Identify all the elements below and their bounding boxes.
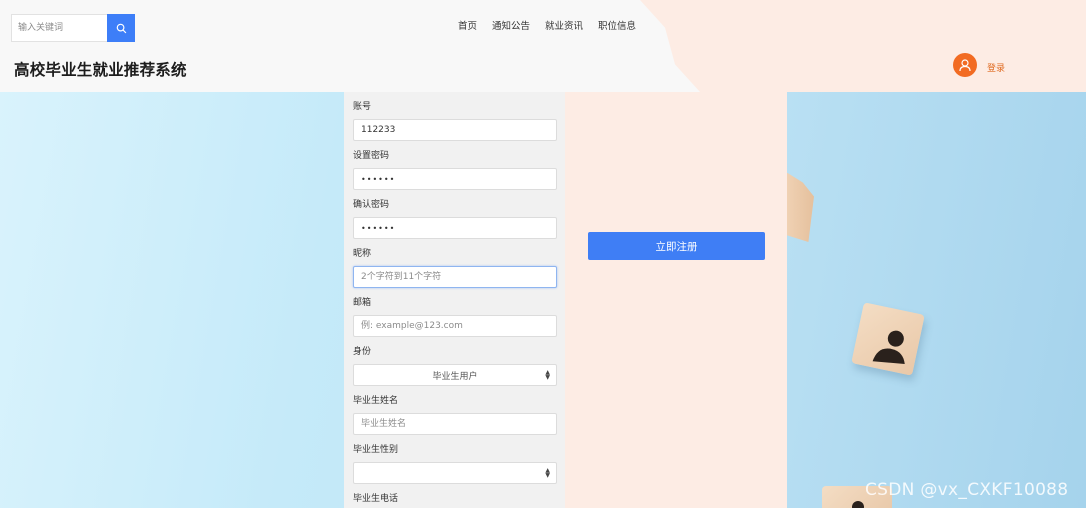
confirm-password-label: 确认密码	[353, 200, 390, 210]
login-link[interactable]: 登录	[987, 61, 1005, 74]
password-label: 设置密码	[353, 151, 390, 161]
register-action-panel	[565, 92, 787, 508]
nav-item-notices[interactable]: 通知公告	[492, 18, 530, 32]
site-title: 高校毕业生就业推荐系统	[14, 61, 187, 79]
account-input[interactable]	[353, 119, 557, 141]
graduate-phone-label: 毕业生电话	[353, 494, 399, 504]
header: 首页 通知公告 就业资讯 职位信息 高校毕业生就业推荐系统 登录	[0, 0, 1086, 92]
select-arrows-icon: ▲ ▼	[545, 369, 550, 381]
nickname-input[interactable]	[353, 266, 557, 288]
role-select-value: 毕业生用户	[432, 371, 478, 382]
register-form: 账号 设置密码 确认密码 昵称 邮箱 身份 毕业生用户 ▲▼ 毕业生姓名 毕业生…	[344, 92, 565, 508]
account-label: 账号	[353, 102, 372, 112]
main-nav: 首页 通知公告 就业资讯 职位信息	[458, 18, 636, 32]
password-input[interactable]	[353, 168, 557, 190]
email-label: 邮箱	[353, 298, 372, 308]
search-input[interactable]	[11, 14, 107, 42]
watermark: CSDN @vx_CXKF10088	[865, 480, 1069, 500]
nav-item-home[interactable]: 首页	[458, 18, 477, 32]
header-decoration	[640, 0, 1086, 92]
graduate-gender-label: 毕业生性别	[353, 445, 399, 455]
role-select[interactable]: 毕业生用户 ▲ ▼	[353, 364, 557, 386]
avatar[interactable]	[953, 53, 977, 77]
search-bar	[11, 14, 135, 42]
user-icon	[959, 59, 971, 72]
graduate-name-label: 毕业生姓名	[353, 396, 399, 406]
role-label: 身份	[353, 347, 372, 357]
register-button[interactable]: 立即注册	[588, 232, 765, 260]
graduate-name-input[interactable]	[353, 413, 557, 435]
graduate-gender-select[interactable]: ▲ ▼	[353, 462, 557, 484]
confirm-password-input[interactable]	[353, 217, 557, 239]
email-input[interactable]	[353, 315, 557, 337]
select-arrows-icon: ▲ ▼	[545, 467, 550, 479]
search-icon	[116, 23, 126, 33]
search-button[interactable]	[107, 14, 135, 42]
nav-item-news[interactable]: 就业资讯	[545, 18, 583, 32]
nav-item-jobs[interactable]: 职位信息	[598, 18, 636, 32]
nickname-label: 昵称	[353, 249, 372, 259]
